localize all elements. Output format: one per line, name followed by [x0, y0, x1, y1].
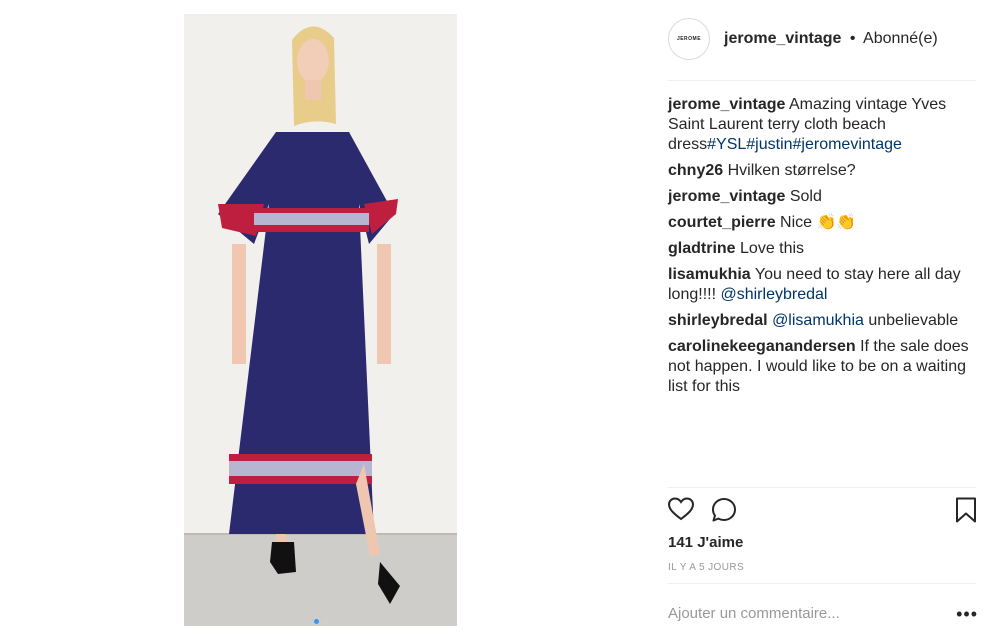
comment-username[interactable]: courtet_pierre: [668, 214, 776, 231]
comment-item: jerome_vintage Sold: [668, 187, 978, 207]
comment-text: Love this: [740, 240, 805, 257]
avatar[interactable]: JEROME: [668, 18, 710, 60]
mention-link[interactable]: @shirleybredal: [720, 286, 827, 303]
post-sidebar: JEROME jerome_vintage • Abonné(e) jerome…: [667, 0, 978, 640]
more-icon[interactable]: •••: [956, 604, 978, 625]
comment-icon[interactable]: [711, 497, 737, 528]
comment-username[interactable]: carolinekeegan­andersen: [668, 338, 856, 355]
carousel-dots: [184, 619, 457, 624]
comment-input[interactable]: [668, 604, 938, 622]
divider: [668, 80, 976, 81]
comment-item: shirleybredal @lisamukhia unbelievable: [668, 311, 978, 331]
comment-username[interactable]: jerome_vintage: [668, 96, 785, 113]
comment-text: Sold: [789, 188, 822, 205]
comment-username[interactable]: lisamukhia: [668, 266, 751, 283]
like-count[interactable]: 141 J'aime: [668, 534, 743, 551]
header-separator: •: [849, 30, 856, 47]
mention-link[interactable]: @lisamukhia: [772, 312, 864, 329]
comment-text: Hvilken størrelse?: [727, 162, 856, 179]
comment-username[interactable]: chny26: [668, 162, 723, 179]
bookmark-icon[interactable]: [955, 497, 977, 528]
comment-username[interactable]: jerome_vintage: [668, 188, 785, 205]
avatar-text: JEROME: [676, 36, 702, 42]
post-actions: [667, 497, 978, 528]
carousel-dot[interactable]: [313, 619, 319, 624]
post-timestamp[interactable]: IL Y A 5 JOURS: [668, 562, 744, 573]
comment-username[interactable]: shirleybredal: [668, 312, 768, 329]
divider: [668, 487, 976, 488]
post-header: JEROME jerome_vintage • Abonné(e): [668, 16, 978, 62]
comment-item: gladtrine Love this: [668, 239, 978, 259]
header-username[interactable]: jerome_vintage: [724, 30, 841, 47]
comments-list: jerome_vintage Amazing vintage Yves Sain…: [668, 95, 978, 403]
comment-item: chny26 Hvilken størrelse?: [668, 161, 978, 181]
post-image[interactable]: [184, 14, 457, 626]
comment-text: unbelievable: [868, 312, 959, 329]
comment-username[interactable]: gladtrine: [668, 240, 736, 257]
hashtag-link[interactable]: #justin: [746, 136, 792, 153]
heart-icon[interactable]: [667, 497, 695, 526]
comment-form: •••: [668, 600, 978, 626]
caption: jerome_vintage Amazing vintage Yves Sain…: [668, 95, 978, 155]
hashtag-link[interactable]: #jeromevintage: [793, 136, 902, 153]
carousel-dot[interactable]: [322, 619, 328, 624]
comment-item: lisamukhia You need to stay here all day…: [668, 265, 978, 305]
follow-status-button[interactable]: Abonné(e): [863, 30, 938, 47]
comment-item: carolinekeegan­andersen If the sale does…: [668, 337, 978, 397]
post-photo: [184, 14, 457, 626]
comment-item: courtet_pierre Nice 👏👏: [668, 213, 978, 233]
hashtag-link[interactable]: #YSL: [707, 136, 746, 153]
comment-text: Nice 👏👏: [780, 214, 857, 231]
divider: [668, 583, 976, 584]
